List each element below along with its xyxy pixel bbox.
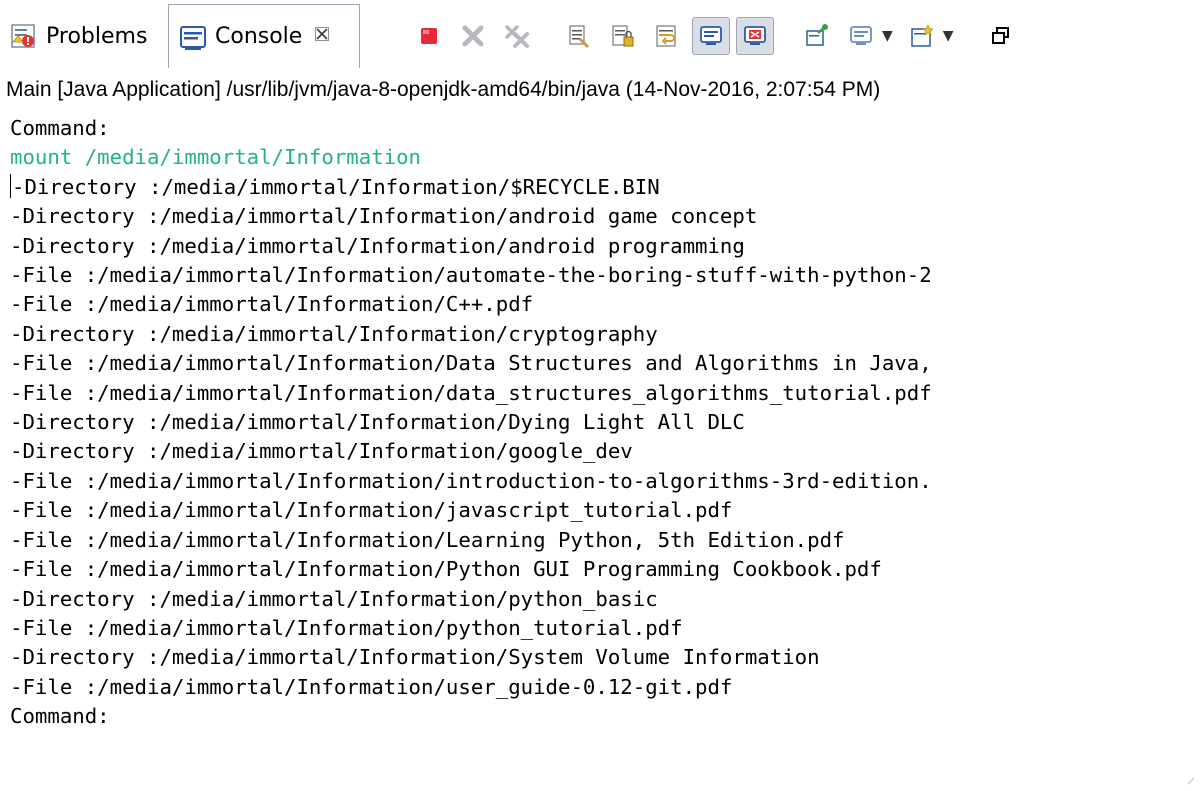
console-line-text: -Directory :/media/immortal/Information/… — [10, 321, 658, 346]
console-process-label: Main [Java Application] /usr/lib/jvm/jav… — [6, 78, 881, 101]
console-line-text: -File :/media/immortal/Information/Pytho… — [10, 557, 882, 582]
console-line-text: -Directory :/media/immortal/Information/… — [10, 439, 633, 464]
remove-all-icon — [505, 25, 529, 48]
resize-grip-icon — [1187, 777, 1195, 785]
show-on-stdout-button[interactable] — [692, 17, 730, 55]
pin-console-button[interactable] — [798, 17, 836, 55]
pin-icon — [806, 24, 828, 46]
console-output-line: -File :/media/immortal/Information/javas… — [10, 496, 1190, 525]
console-line-text: -File :/media/immortal/Information/data_… — [10, 380, 932, 405]
console-line-text: -File :/media/immortal/Information/autom… — [10, 263, 932, 288]
console-output-line: Command: — [10, 114, 1190, 143]
console-output-line: Command: — [10, 702, 1190, 731]
show-stdout-icon — [700, 26, 722, 45]
close-icon[interactable] — [314, 26, 330, 47]
console-output-line: -Directory :/media/immortal/Information/… — [10, 320, 1190, 349]
restore-icon — [991, 27, 1009, 44]
terminate-button[interactable] — [410, 17, 448, 55]
console-output-line: -File :/media/immortal/Information/user_… — [10, 673, 1190, 702]
console-output-line: -File :/media/immortal/Information/data_… — [10, 379, 1190, 408]
restore-button[interactable] — [982, 17, 1020, 55]
problems-icon — [10, 22, 38, 50]
remove-launch-button[interactable] — [454, 17, 492, 55]
console-line-text: Command: — [10, 704, 110, 729]
console-toolbar: ▼ ▼ — [410, 8, 1026, 64]
console-line-text: -Directory :/media/immortal/Information/… — [10, 645, 820, 670]
scroll-lock-button[interactable] — [604, 17, 642, 55]
console-line-text: -File :/media/immortal/Information/C++.p… — [10, 292, 534, 317]
console-line-text: -File :/media/immortal/Information/intro… — [10, 468, 932, 493]
console-output-line: -File :/media/immortal/Information/autom… — [10, 261, 1190, 290]
console-line-text: -Directory :/media/immortal/Information/… — [10, 233, 745, 258]
console-line-text: -Directory :/media/immortal/Information/… — [10, 586, 658, 611]
tab-console-label: Console — [215, 24, 303, 49]
tab-problems-label: Problems — [46, 23, 148, 49]
tab-console[interactable]: Console — [168, 4, 360, 68]
console-input-line: mount /media/immortal/Information — [10, 143, 1190, 172]
console-output-line: -File :/media/immortal/Information/intro… — [10, 467, 1190, 496]
display-console-button[interactable] — [842, 17, 880, 55]
console-icon — [179, 23, 207, 51]
console-output-line: -File :/media/immortal/Information/C++.p… — [10, 290, 1190, 319]
console-output-line: -Directory :/media/immortal/Information/… — [10, 585, 1190, 614]
console-line-text: Command: — [10, 116, 110, 140]
console-line-text: -Directory :/media/immortal/Information/… — [10, 204, 758, 229]
remove-all-terminated-button[interactable] — [498, 17, 536, 55]
show-stderr-icon — [744, 26, 766, 45]
open-console-dropdown-icon[interactable]: ▼ — [943, 28, 954, 44]
console-line-text: -File :/media/immortal/Information/pytho… — [10, 615, 683, 640]
view-tab-bar: Problems Console ▼ ▼ — [0, 0, 1201, 76]
display-console-icon — [850, 26, 872, 45]
clear-console-button[interactable] — [560, 17, 598, 55]
console-line-text: -File :/media/immortal/Information/Learn… — [10, 527, 845, 552]
console-output-line: -Directory :/media/immortal/Information/… — [10, 408, 1190, 437]
console-output-line: -File :/media/immortal/Information/pytho… — [10, 614, 1190, 643]
console-output-line: -Directory :/media/immortal/Information/… — [10, 173, 1190, 202]
console-line-text: mount /media/immortal/Information — [10, 145, 422, 170]
console-output[interactable]: Command: mount /media/immortal/Informatio… — [10, 114, 1190, 754]
console-output-line: -Directory :/media/immortal/Information/… — [10, 232, 1190, 261]
word-wrap-icon — [656, 25, 676, 47]
remove-x-icon — [462, 25, 484, 47]
console-line-text: -Directory :/media/immortal/Information/… — [10, 410, 745, 435]
console-output-line: -Directory :/media/immortal/Information/… — [10, 643, 1190, 672]
console-output-line: -File :/media/immortal/Information/Pytho… — [10, 555, 1190, 584]
console-output-line: -Directory :/media/immortal/Information/… — [10, 202, 1190, 231]
console-line-text: -File :/media/immortal/Information/Data … — [10, 351, 932, 376]
console-line-text: -File :/media/immortal/Information/javas… — [10, 498, 733, 523]
tab-problems[interactable]: Problems — [0, 4, 166, 68]
clear-console-icon — [569, 25, 590, 49]
console-output-line: -File :/media/immortal/Information/Data … — [10, 349, 1190, 378]
show-on-stderr-button[interactable] — [736, 17, 774, 55]
open-console-icon — [911, 24, 934, 47]
stop-icon — [421, 28, 437, 44]
scroll-lock-icon — [612, 25, 634, 47]
console-line-text: -Directory :/media/immortal/Information/… — [12, 174, 660, 199]
console-output-line: -Directory :/media/immortal/Information/… — [10, 437, 1190, 466]
console-line-text: -File :/media/immortal/Information/user_… — [10, 674, 733, 699]
display-console-dropdown-icon[interactable]: ▼ — [882, 28, 893, 44]
text-caret — [10, 173, 11, 198]
open-console-button[interactable] — [903, 17, 941, 55]
console-output-line: -File :/media/immortal/Information/Learn… — [10, 526, 1190, 555]
word-wrap-button[interactable] — [648, 17, 686, 55]
